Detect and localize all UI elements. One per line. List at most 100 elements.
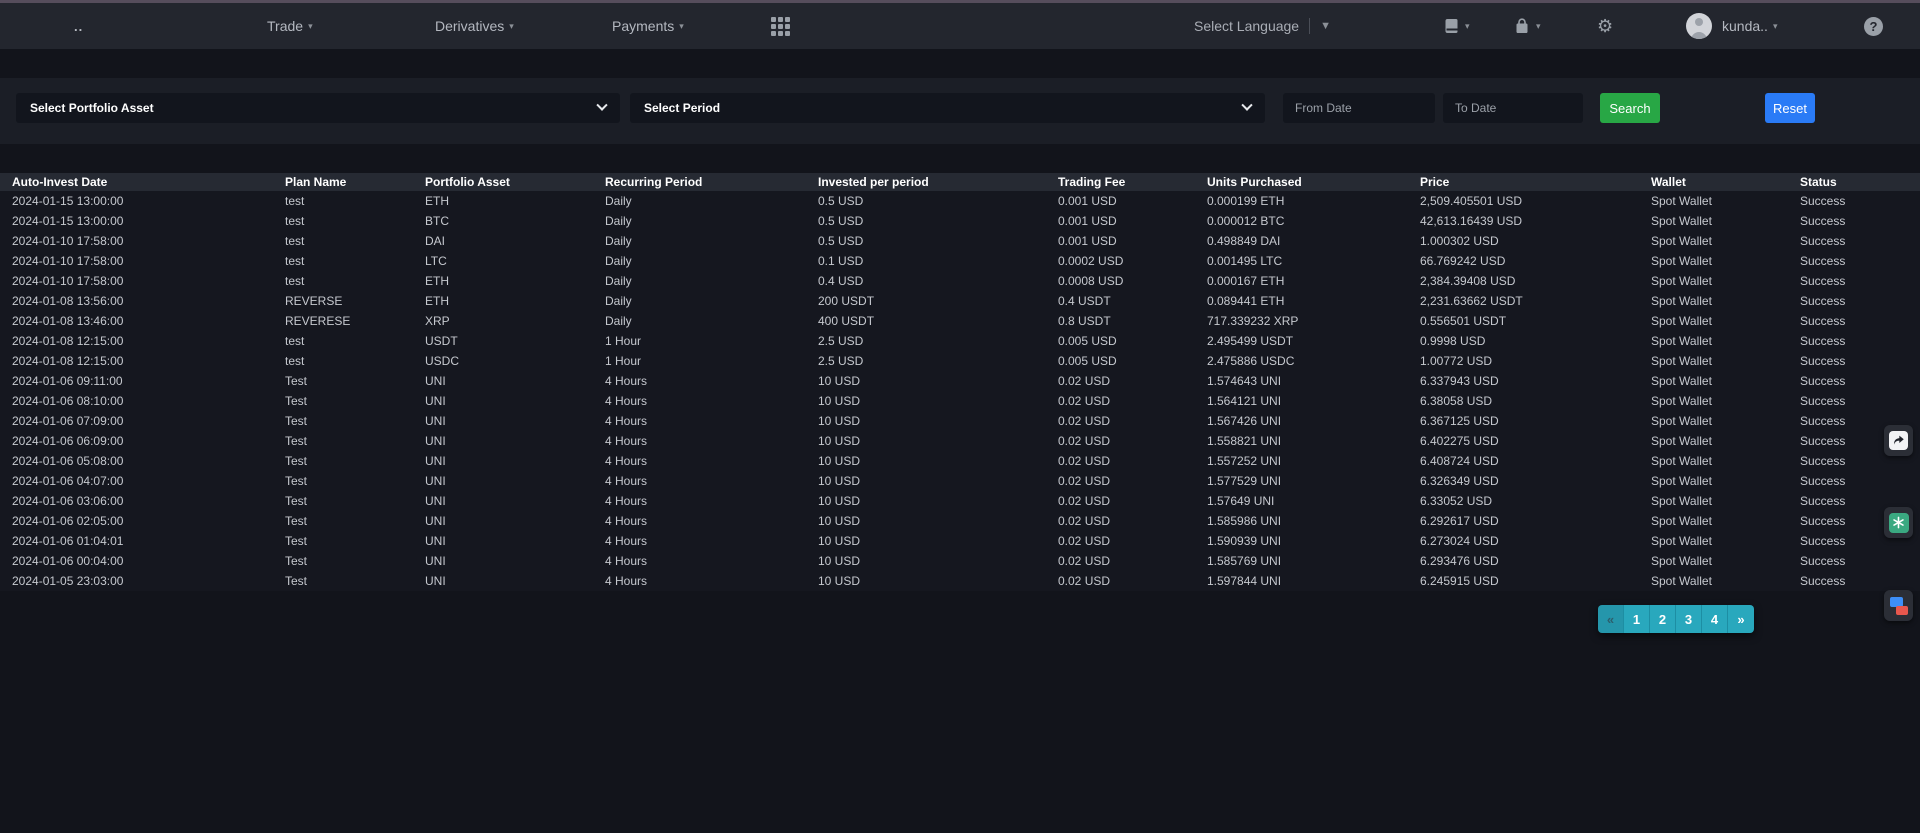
cell-price: 6.245915 USD	[1420, 574, 1651, 588]
cell-plan-name: Test	[285, 454, 425, 468]
cell-wallet: Spot Wallet	[1651, 454, 1800, 468]
table-row: 2024-01-15 13:00:00 test BTC Daily 0.5 U…	[0, 211, 1920, 231]
user-avatar[interactable]	[1686, 3, 1712, 49]
cell-auto-invest-date: 2024-01-06 00:04:00	[12, 554, 285, 568]
nav-item-trade[interactable]: Trade ▾	[267, 3, 313, 49]
chat-extension-button[interactable]	[1884, 590, 1913, 621]
table-row: 2024-01-06 00:04:00 Test UNI 4 Hours 10 …	[0, 551, 1920, 571]
cell-auto-invest-date: 2024-01-06 06:09:00	[12, 434, 285, 448]
cell-portfolio-asset: UNI	[425, 374, 605, 388]
cell-plan-name: test	[285, 214, 425, 228]
cell-units-purchased: 1.597844 UNI	[1207, 574, 1420, 588]
cell-invested-per-period: 10 USD	[818, 474, 1058, 488]
cell-wallet: Spot Wallet	[1651, 354, 1800, 368]
nav-item-derivatives[interactable]: Derivatives ▾	[435, 3, 514, 49]
logo[interactable]: ..	[74, 3, 83, 49]
share-extension-button[interactable]	[1884, 425, 1913, 456]
apps-grid-button[interactable]	[771, 3, 790, 49]
separator	[1309, 18, 1310, 34]
cell-portfolio-asset: UNI	[425, 514, 605, 528]
cell-invested-per-period: 0.5 USD	[818, 214, 1058, 228]
pagination-page-1[interactable]: 1	[1624, 605, 1650, 633]
cell-price: 6.326349 USD	[1420, 474, 1651, 488]
cell-status: Success	[1800, 194, 1920, 208]
cell-portfolio-asset: DAI	[425, 234, 605, 248]
cell-portfolio-asset: UNI	[425, 454, 605, 468]
cell-recurring-period: Daily	[605, 294, 818, 308]
language-selector[interactable]: Select Language ▼	[1194, 3, 1331, 49]
cell-trading-fee: 0.02 USD	[1058, 534, 1207, 548]
table-body: 2024-01-15 13:00:00 test ETH Daily 0.5 U…	[0, 191, 1920, 591]
cell-trading-fee: 0.02 USD	[1058, 374, 1207, 388]
pagination-page-2[interactable]: 2	[1650, 605, 1676, 633]
cell-invested-per-period: 10 USD	[818, 534, 1058, 548]
pagination-page-3[interactable]: 3	[1676, 605, 1702, 633]
cell-trading-fee: 0.02 USD	[1058, 494, 1207, 508]
cell-wallet: Spot Wallet	[1651, 374, 1800, 388]
cell-units-purchased: 1.574643 UNI	[1207, 374, 1420, 388]
cell-plan-name: Test	[285, 494, 425, 508]
cell-wallet: Spot Wallet	[1651, 334, 1800, 348]
pagination-next-button[interactable]: »	[1728, 605, 1754, 633]
cell-units-purchased: 2.495499 USDT	[1207, 334, 1420, 348]
cell-plan-name: REVERESE	[285, 314, 425, 328]
cell-auto-invest-date: 2024-01-06 08:10:00	[12, 394, 285, 408]
user-name-label: kunda..	[1722, 18, 1768, 34]
help-button[interactable]: ?	[1864, 3, 1883, 49]
pagination-prev-button[interactable]: «	[1598, 605, 1624, 633]
cell-trading-fee: 0.001 USD	[1058, 194, 1207, 208]
cell-recurring-period: Daily	[605, 214, 818, 228]
cell-trading-fee: 0.02 USD	[1058, 454, 1207, 468]
cell-trading-fee: 0.02 USD	[1058, 574, 1207, 588]
col-price: Price	[1420, 175, 1651, 189]
cell-recurring-period: 4 Hours	[605, 394, 818, 408]
cell-price: 6.367125 USD	[1420, 414, 1651, 428]
cell-price: 6.402275 USD	[1420, 434, 1651, 448]
cell-price: 2,509.405501 USD	[1420, 194, 1651, 208]
cell-trading-fee: 0.02 USD	[1058, 414, 1207, 428]
period-select[interactable]: Select Period	[630, 93, 1265, 123]
cell-wallet: Spot Wallet	[1651, 474, 1800, 488]
cell-auto-invest-date: 2024-01-10 17:58:00	[12, 234, 285, 248]
cell-recurring-period: 4 Hours	[605, 454, 818, 468]
share-arrow-icon	[1889, 431, 1908, 450]
orders-menu-button[interactable]: ▾	[1443, 3, 1470, 49]
search-button[interactable]: Search	[1600, 93, 1660, 123]
wallet-menu-button[interactable]: ▾	[1513, 3, 1541, 49]
cell-status: Success	[1800, 354, 1920, 368]
cell-plan-name: Test	[285, 434, 425, 448]
table-row: 2024-01-08 13:46:00 REVERESE XRP Daily 4…	[0, 311, 1920, 331]
cell-invested-per-period: 10 USD	[818, 554, 1058, 568]
col-auto-invest-date: Auto-Invest Date	[12, 175, 285, 189]
cell-units-purchased: 1.567426 UNI	[1207, 414, 1420, 428]
cell-status: Success	[1800, 394, 1920, 408]
cell-trading-fee: 0.02 USD	[1058, 394, 1207, 408]
cell-recurring-period: Daily	[605, 274, 818, 288]
to-date-input[interactable]	[1443, 93, 1583, 123]
user-menu[interactable]: kunda.. ▾	[1722, 3, 1777, 49]
nav-item-payments[interactable]: Payments ▾	[612, 3, 684, 49]
settings-gear-icon[interactable]: ⚙	[1597, 3, 1613, 49]
reset-button[interactable]: Reset	[1765, 93, 1815, 123]
from-date-input[interactable]	[1283, 93, 1435, 123]
portfolio-asset-select-label: Select Portfolio Asset	[30, 101, 154, 115]
cell-status: Success	[1800, 214, 1920, 228]
pagination-page-4[interactable]: 4	[1702, 605, 1728, 633]
table-row: 2024-01-06 05:08:00 Test UNI 4 Hours 10 …	[0, 451, 1920, 471]
help-icon: ?	[1864, 17, 1883, 36]
cell-recurring-period: 4 Hours	[605, 494, 818, 508]
cell-trading-fee: 0.02 USD	[1058, 554, 1207, 568]
cell-units-purchased: 0.000167 ETH	[1207, 274, 1420, 288]
cell-auto-invest-date: 2024-01-15 13:00:00	[12, 194, 285, 208]
cell-plan-name: Test	[285, 514, 425, 528]
cell-status: Success	[1800, 474, 1920, 488]
cell-status: Success	[1800, 334, 1920, 348]
portfolio-asset-select[interactable]: Select Portfolio Asset	[16, 93, 620, 123]
cell-wallet: Spot Wallet	[1651, 534, 1800, 548]
caret-down-icon: ▾	[1773, 22, 1778, 31]
grid-menu-icon	[771, 17, 790, 36]
assistant-extension-button[interactable]	[1884, 507, 1913, 538]
cell-invested-per-period: 10 USD	[818, 374, 1058, 388]
cell-portfolio-asset: UNI	[425, 414, 605, 428]
cell-invested-per-period: 10 USD	[818, 434, 1058, 448]
